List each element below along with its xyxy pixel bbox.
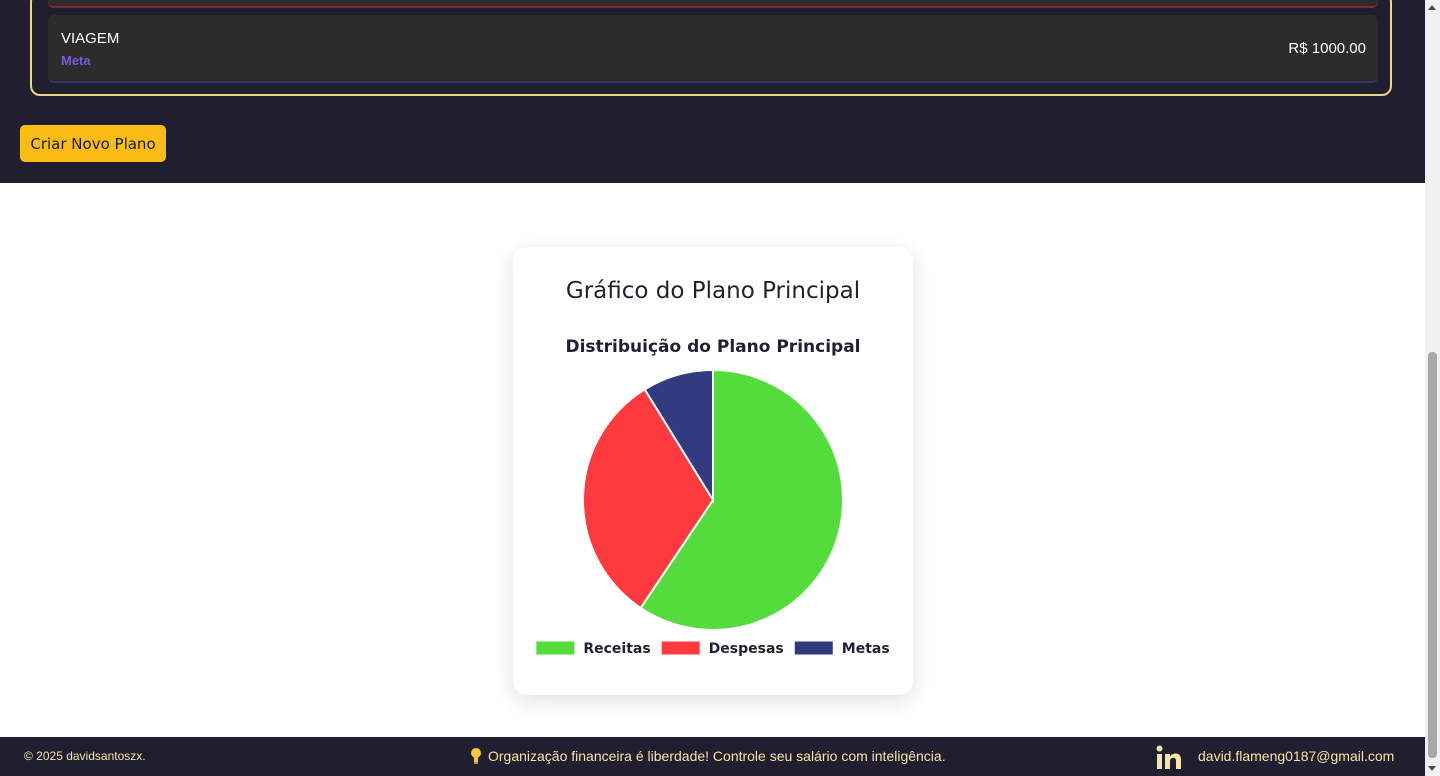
footer-email[interactable]: david.flameng0187@gmail.com	[1198, 748, 1394, 764]
linkedin-icon[interactable]	[1155, 744, 1183, 770]
plan-items-box: VIAGEM Meta R$ 1000.00	[30, 0, 1392, 96]
scrollbar-thumb[interactable]	[1428, 352, 1437, 758]
legend-label-metas[interactable]: Metas	[842, 641, 890, 657]
legend-swatch-despesas[interactable]	[661, 641, 700, 655]
chart-card: Gráfico do Plano Principal Distribuição …	[513, 247, 913, 695]
vertical-scrollbar[interactable]	[1425, 0, 1440, 776]
legend-label-despesas[interactable]: Despesas	[709, 641, 784, 657]
page: VIAGEM Meta R$ 1000.00 Criar Novo Plano …	[0, 0, 1425, 776]
legend-swatch-receitas[interactable]	[536, 641, 575, 655]
chart-title: Distribuição do Plano Principal	[565, 337, 860, 357]
legend-label-receitas[interactable]: Receitas	[583, 641, 650, 657]
footer: © 2025 davidsantoszx. Organização financ…	[0, 737, 1425, 776]
scroll-up-arrow-icon[interactable]	[1428, 5, 1436, 10]
plans-section: VIAGEM Meta R$ 1000.00 Criar Novo Plano	[0, 0, 1425, 183]
plan-item-name: VIAGEM	[61, 30, 120, 47]
legend-swatch-metas[interactable]	[794, 641, 833, 655]
bulb-icon	[471, 748, 481, 764]
plan-item-type: Meta	[61, 53, 91, 68]
footer-copyright: © 2025 davidsantoszx.	[24, 749, 146, 763]
plan-item: VIAGEM Meta R$ 1000.00	[48, 15, 1378, 83]
create-plan-button[interactable]: Criar Novo Plano	[20, 125, 166, 162]
scroll-down-arrow-icon[interactable]	[1428, 766, 1436, 771]
plan-item-value: R$ 1000.00	[1288, 40, 1366, 57]
pie-chart: Distribuição do Plano Principal Receitas…	[536, 337, 890, 657]
previous-plan-item	[48, 0, 1378, 8]
footer-message: Organização financeira é liberdade! Cont…	[488, 748, 946, 764]
